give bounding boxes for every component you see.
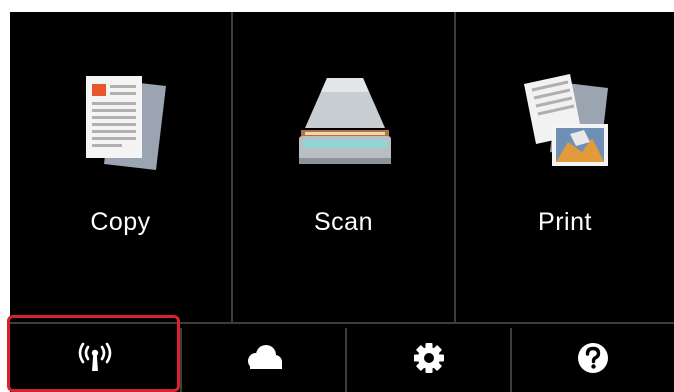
cloud-button[interactable] xyxy=(182,324,345,392)
question-mark-icon xyxy=(578,343,608,373)
settings-button[interactable] xyxy=(347,324,510,392)
gear-icon xyxy=(413,343,444,373)
copy-tile[interactable]: Copy xyxy=(10,12,231,324)
print-label: Print xyxy=(538,208,592,236)
print-photo-icon xyxy=(524,74,608,166)
print-tile[interactable]: Print xyxy=(456,12,674,324)
copy-document-icon xyxy=(85,76,166,170)
scan-tile[interactable]: Scan xyxy=(233,12,454,324)
scan-label: Scan xyxy=(314,208,373,236)
cloud-icon xyxy=(247,345,282,369)
copy-label: Copy xyxy=(90,208,151,236)
help-button[interactable] xyxy=(512,324,674,392)
function-tiles: Copy Scan Print xyxy=(10,12,674,324)
scanner-icon xyxy=(298,78,391,164)
highlight-frame xyxy=(7,315,180,392)
